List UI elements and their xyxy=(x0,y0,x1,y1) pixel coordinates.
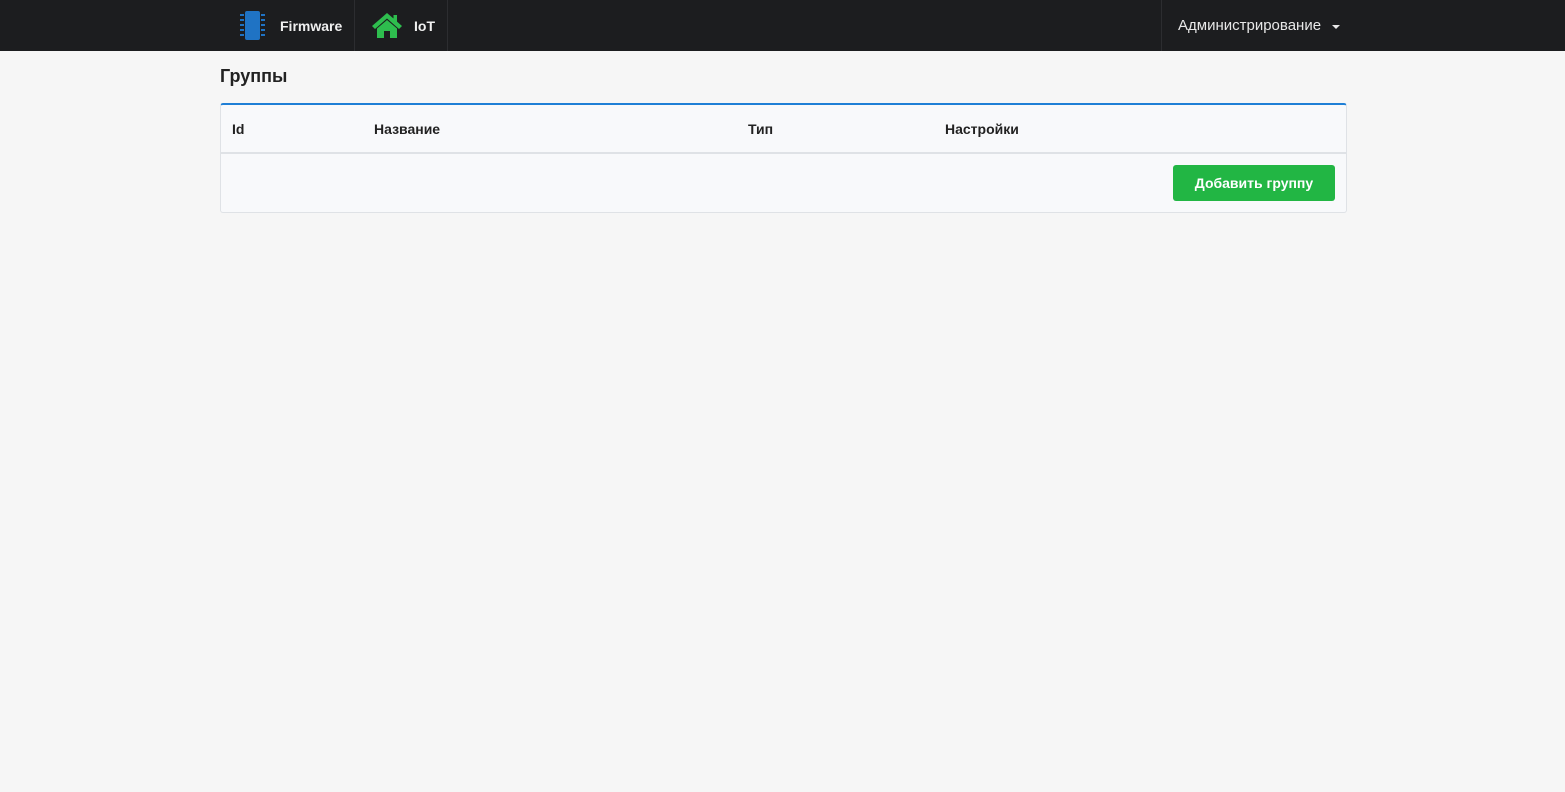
add-group-button[interactable]: Добавить группу xyxy=(1173,165,1335,201)
nav-firmware[interactable]: Firmware xyxy=(222,0,355,51)
column-header-type: Тип xyxy=(748,121,774,137)
nav-iot[interactable]: IoT xyxy=(355,0,448,51)
column-header-settings: Настройки xyxy=(945,121,1019,137)
home-icon xyxy=(371,12,403,39)
caret-down-icon xyxy=(1332,24,1341,29)
admin-dropdown-label: Администрирование xyxy=(1178,17,1322,34)
column-header-id: Id xyxy=(232,121,245,137)
table-header: Id Название Тип Настройки xyxy=(221,105,1346,154)
groups-table-card: Id Название Тип Настройки Добавить групп… xyxy=(220,103,1347,213)
page-title: Группы xyxy=(220,66,288,86)
top-navbar: Firmware IoT Администрирование xyxy=(0,0,1565,51)
column-header-name: Название xyxy=(374,121,441,137)
nav-iot-label: IoT xyxy=(414,17,435,34)
nav-firmware-label: Firmware xyxy=(280,17,343,34)
admin-dropdown[interactable]: Администрирование xyxy=(1161,0,1351,51)
chip-icon xyxy=(238,10,267,41)
